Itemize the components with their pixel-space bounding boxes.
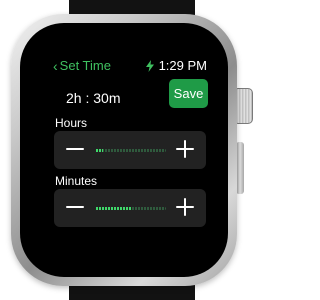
hours-stepper: [54, 131, 206, 169]
minutes-increment-button[interactable]: [174, 196, 196, 218]
status-area: 1:29 PM: [145, 57, 207, 75]
hours-level-track: [96, 149, 166, 152]
hours-decrement-button[interactable]: [64, 138, 86, 160]
watch-screen: ‹ Set Time 1:29 PM 2h : 30m Save Hours M…: [48, 52, 210, 250]
chevron-left-icon: ‹: [53, 58, 58, 74]
clock-time: 1:29 PM: [158, 58, 207, 73]
minutes-stepper: [54, 189, 206, 227]
minutes-level-fill: [96, 207, 131, 210]
hours-label: Hours: [55, 116, 88, 130]
minutes-label: Minutes: [55, 174, 98, 188]
minutes-level-track: [96, 207, 166, 210]
back-button[interactable]: ‹ Set Time: [53, 57, 111, 75]
back-label: Set Time: [59, 58, 111, 73]
hours-increment-button[interactable]: [174, 138, 196, 160]
duration-summary: 2h : 30m: [66, 90, 121, 106]
minutes-decrement-button[interactable]: [64, 196, 86, 218]
lightning-bolt-icon: [145, 60, 154, 72]
hours-level-fill: [96, 149, 103, 152]
save-button[interactable]: Save: [169, 79, 208, 108]
status-header: ‹ Set Time 1:29 PM: [53, 57, 207, 75]
side-button[interactable]: [236, 142, 244, 194]
